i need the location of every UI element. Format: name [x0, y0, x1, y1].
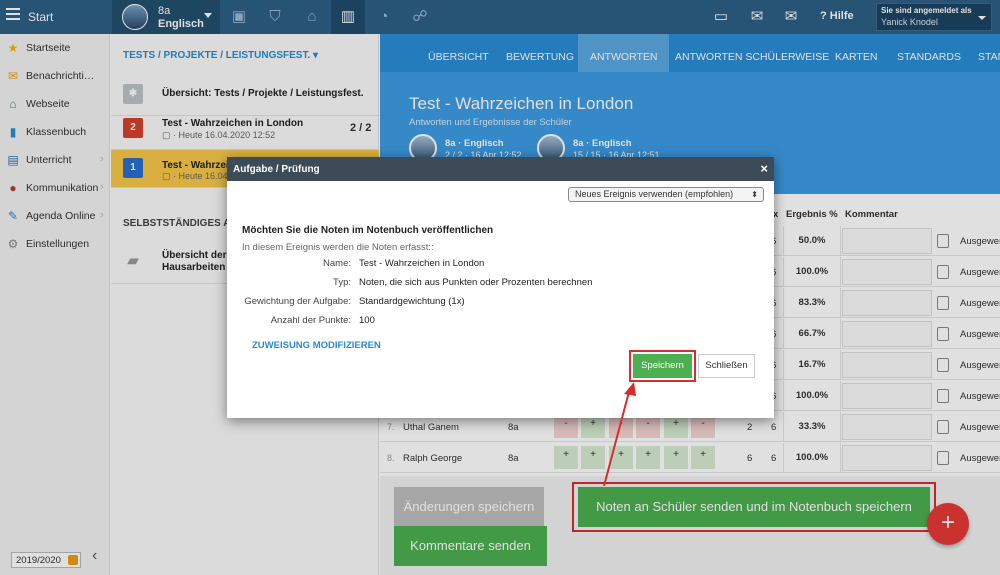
- field-label-type: Typ:: [333, 277, 351, 288]
- field-value-weight: Standardgewichtung (1x): [359, 296, 465, 307]
- event-select[interactable]: Neues Ereignis verwenden (empfohlen) ⬍: [568, 187, 764, 202]
- modify-assignment-link[interactable]: ZUWEISUNG MODIFIZIEREN: [252, 340, 381, 351]
- dialog-title: Aufgabe / Prüfung: [233, 164, 320, 175]
- save-button[interactable]: Speichern: [633, 354, 692, 378]
- event-select-value: Neues Ereignis verwenden (empfohlen): [575, 189, 734, 199]
- field-value-points: 100: [359, 315, 375, 326]
- field-label-name: Name:: [323, 258, 351, 269]
- assignment-dialog: Aufgabe / Prüfung × Neues Ereignis verwe…: [227, 157, 774, 418]
- chevron-updown-icon: ⬍: [751, 190, 758, 199]
- field-label-points: Anzahl der Punkte:: [270, 315, 351, 326]
- dialog-question: Möchten Sie die Noten im Notenbuch veröf…: [242, 225, 494, 236]
- close-button[interactable]: Schließen: [698, 354, 755, 378]
- field-value-name: Test - Wahrzeichen in London: [359, 258, 485, 269]
- field-value-type: Noten, die sich aus Punkten oder Prozent…: [359, 277, 593, 288]
- dialog-header: Aufgabe / Prüfung ×: [227, 157, 774, 181]
- field-label-weight: Gewichtung der Aufgabe:: [244, 296, 351, 307]
- dialog-info: In diesem Ereignis werden die Noten erfa…: [242, 242, 434, 253]
- close-icon[interactable]: ×: [760, 161, 768, 176]
